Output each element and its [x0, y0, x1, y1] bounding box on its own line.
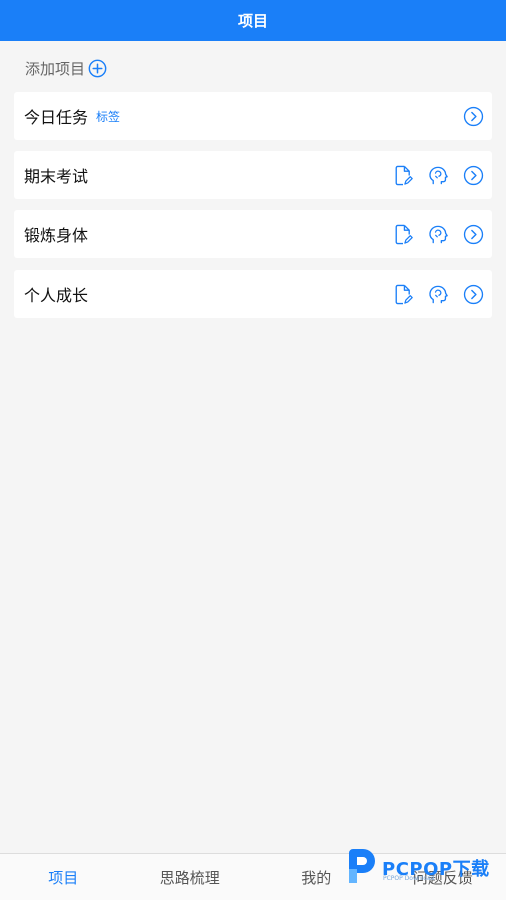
- edit-document-icon[interactable]: [392, 164, 414, 186]
- add-project-button[interactable]: 添加项目: [25, 56, 107, 80]
- project-title: 个人成长: [24, 286, 89, 305]
- project-card-today[interactable]: 今日任务 标签: [14, 92, 492, 140]
- watermark: PCPOP下载 PCPOP Download: [345, 848, 503, 888]
- tab-projects[interactable]: 项目: [0, 854, 127, 900]
- project-card-growth[interactable]: 个人成长: [14, 270, 492, 318]
- edit-document-icon[interactable]: [392, 283, 414, 305]
- app-header: 项目: [0, 0, 506, 41]
- add-project-label: 添加项目: [25, 59, 86, 78]
- chevron-right-circle-icon[interactable]: [462, 283, 484, 305]
- project-title: 今日任务: [24, 108, 89, 127]
- project-card-exercise[interactable]: 锻炼身体: [14, 210, 492, 258]
- chevron-right-circle-icon[interactable]: [462, 105, 484, 127]
- project-title: 期末考试: [24, 167, 89, 186]
- edit-document-icon[interactable]: [392, 223, 414, 245]
- mind-icon[interactable]: [427, 283, 449, 305]
- project-card-exam[interactable]: 期末考试: [14, 151, 492, 199]
- mind-icon[interactable]: [427, 164, 449, 186]
- page-title: 项目: [237, 12, 268, 30]
- chevron-right-circle-icon[interactable]: [462, 223, 484, 245]
- mind-icon[interactable]: [427, 223, 449, 245]
- project-title: 锻炼身体: [24, 226, 89, 245]
- chevron-right-circle-icon[interactable]: [462, 164, 484, 186]
- tag-link[interactable]: 标签: [96, 108, 120, 125]
- watermark-subtext: PCPOP Download: [383, 875, 435, 882]
- tab-mind-map[interactable]: 思路梳理: [127, 854, 254, 900]
- plus-circle-icon: [88, 59, 107, 78]
- watermark-logo-icon: [345, 847, 379, 889]
